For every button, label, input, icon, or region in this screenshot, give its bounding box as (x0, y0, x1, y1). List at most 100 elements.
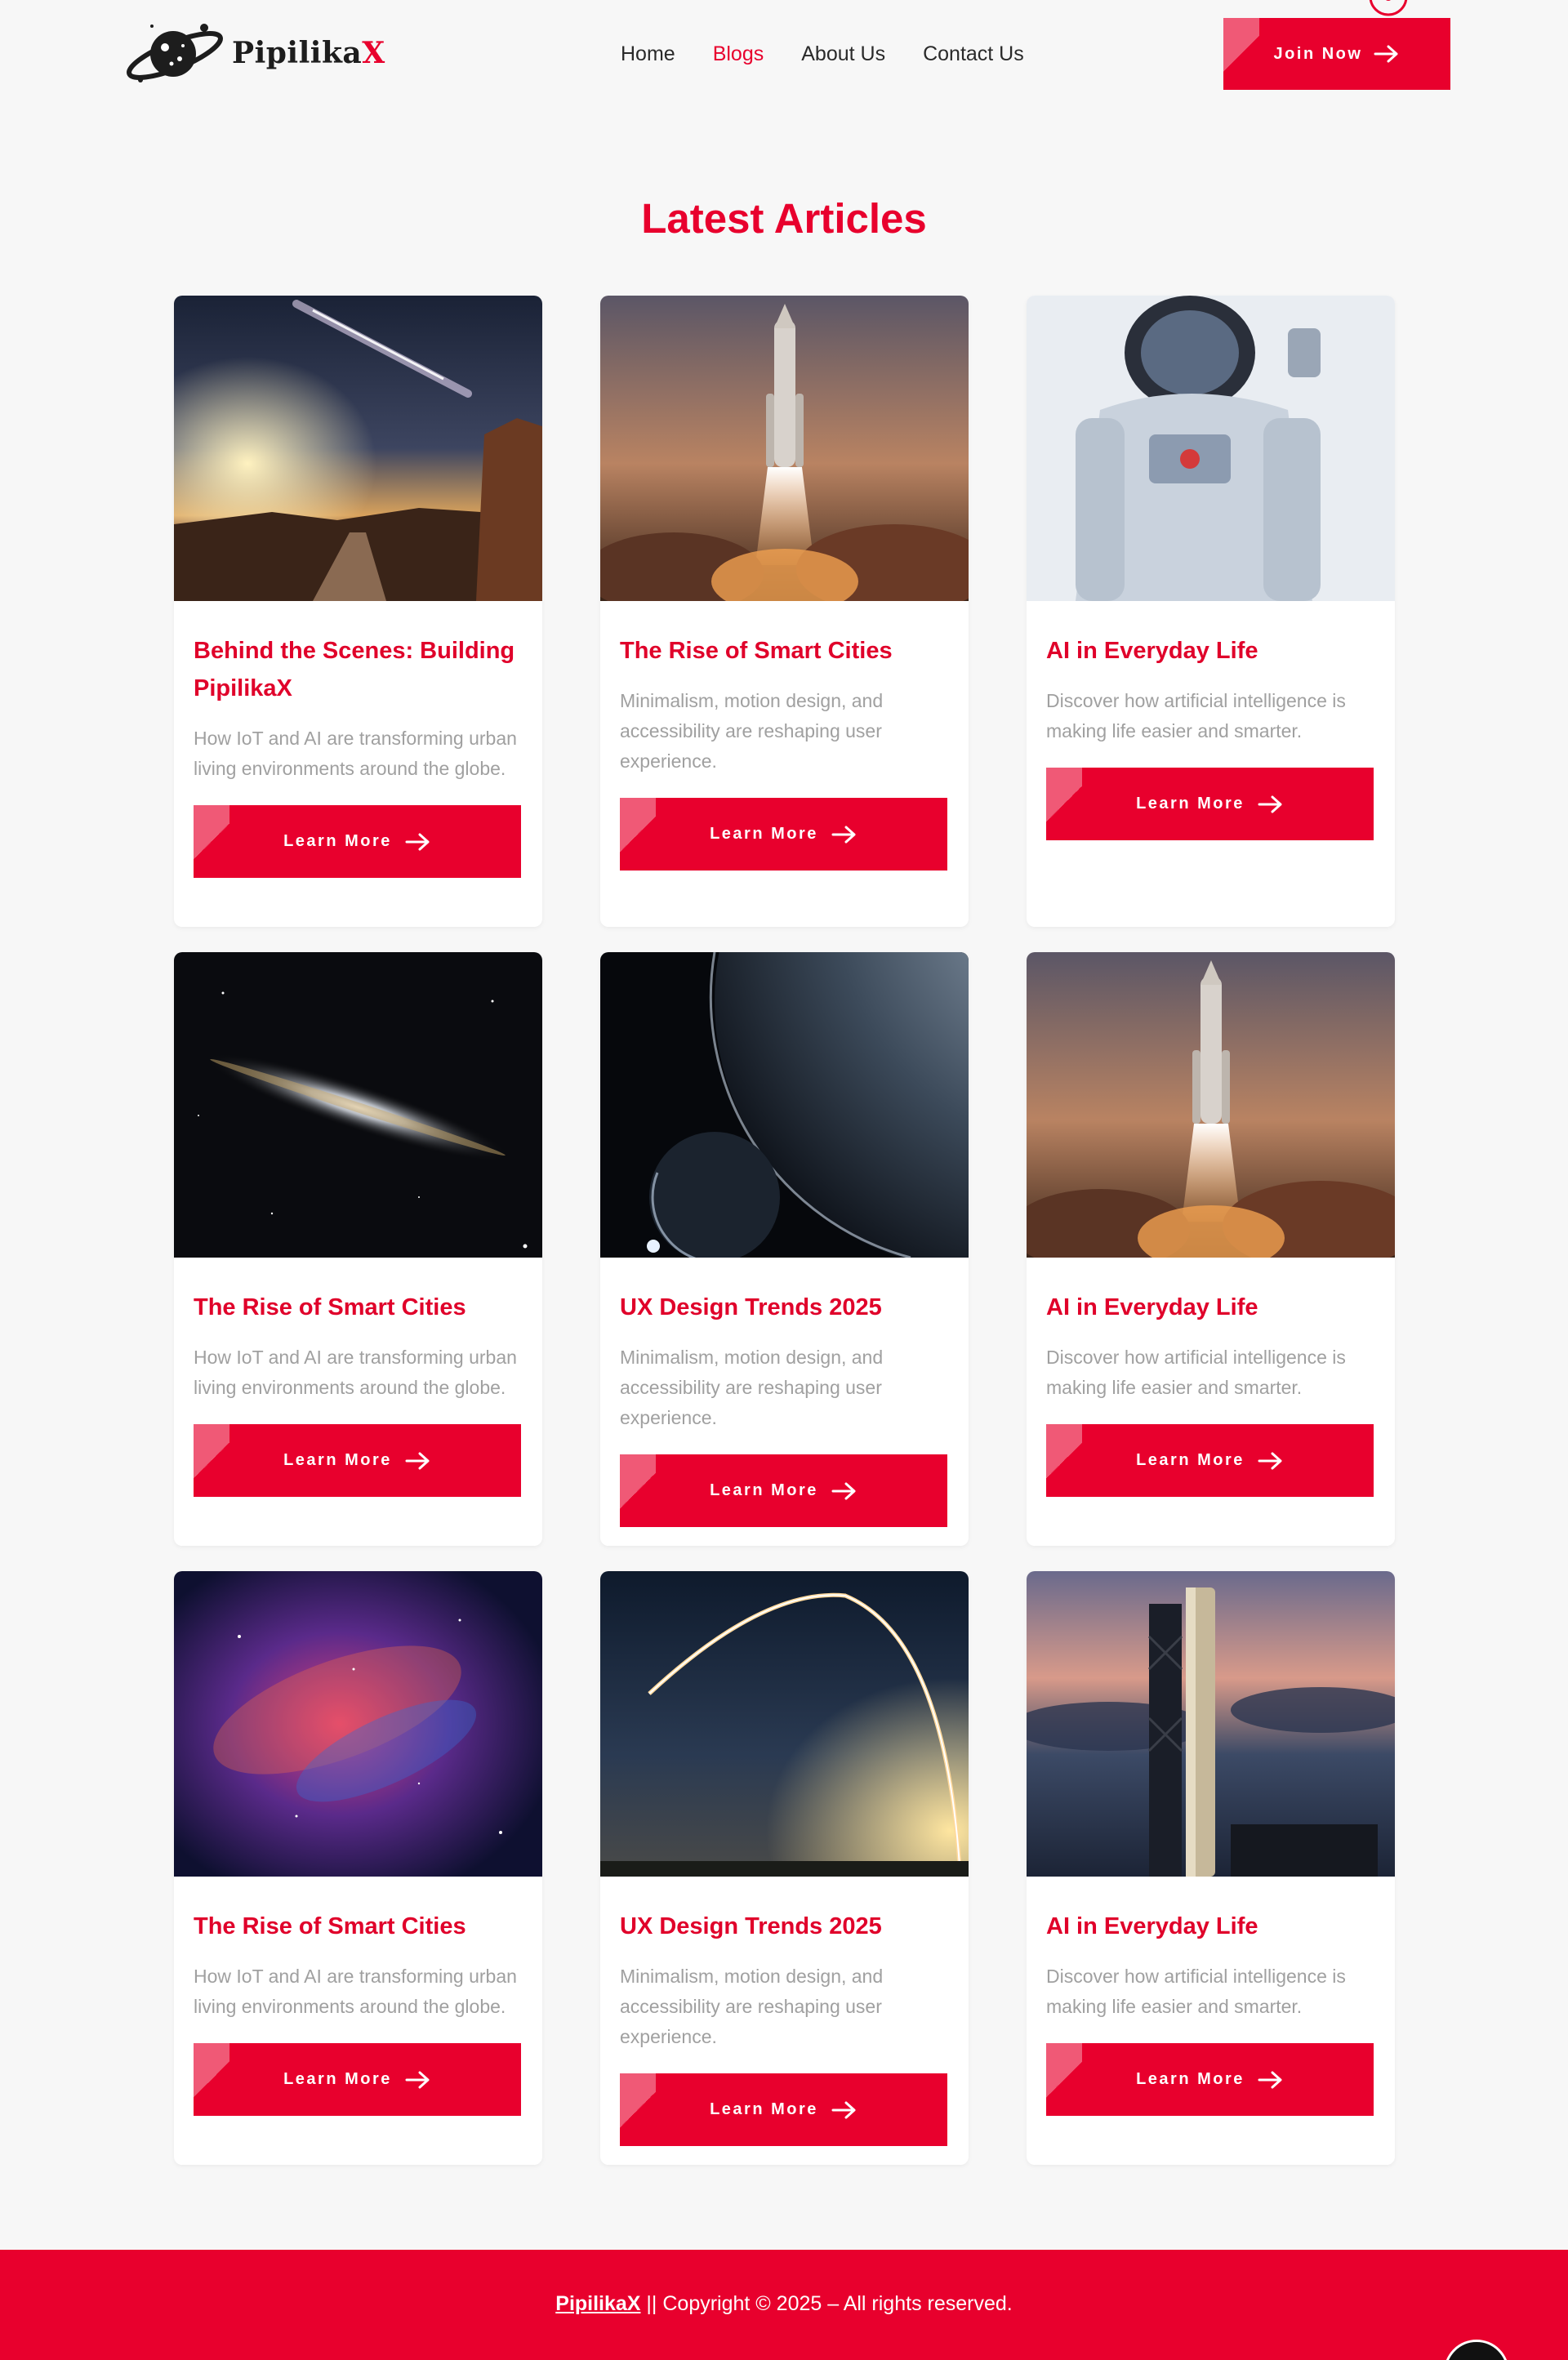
arrow-right-icon (831, 826, 856, 843)
learn-more-label: Learn More (283, 2070, 392, 2088)
brand-name: PipilikaX (232, 36, 385, 70)
button-corner-accent (194, 805, 229, 878)
article-image[interactable] (600, 952, 969, 1258)
join-now-button[interactable]: Join Now (1223, 18, 1450, 90)
button-corner-accent (1046, 1424, 1082, 1497)
learn-more-button[interactable]: Learn More (620, 798, 947, 871)
article-description: Minimalism, motion design, and accessibi… (620, 1347, 884, 1428)
article-image[interactable] (1027, 1571, 1395, 1877)
planet-image (600, 952, 969, 1258)
article-title[interactable]: The Rise of Smart Cities (620, 632, 949, 670)
article-title[interactable]: UX Design Trends 2025 (620, 1908, 949, 1945)
site-header: PipilikaX Home Blogs About Us Contact Us… (0, 0, 1568, 114)
learn-more-label: Learn More (1136, 2070, 1245, 2088)
desert-milky-way-image (174, 296, 542, 601)
learn-more-label: Learn More (710, 825, 818, 843)
nebula-image (174, 1571, 542, 1877)
rocket-launch-image (1027, 952, 1395, 1258)
article-title[interactable]: AI in Everyday Life (1046, 632, 1375, 670)
article-card: AI in Everyday Life Discover how artific… (1027, 952, 1395, 1546)
arrow-right-icon (405, 2071, 430, 2088)
article-title[interactable]: AI in Everyday Life (1046, 1289, 1375, 1326)
article-card: The Rise of Smart Cities How IoT and AI … (174, 1571, 542, 2165)
copyright-label: || Copyright © 2025 – All rights reserve… (640, 2292, 1013, 2315)
saturn-logo-icon (127, 24, 223, 82)
article-card: The Rise of Smart Cities How IoT and AI … (174, 952, 542, 1546)
learn-more-button[interactable]: Learn More (620, 1454, 947, 1527)
article-card: Behind the Scenes: Building PipilikaX Ho… (174, 296, 542, 927)
arrow-right-icon (831, 2101, 856, 2118)
article-image[interactable] (600, 1571, 969, 1877)
article-description: Discover how artificial intelligence is … (1046, 690, 1346, 741)
galaxy-image (174, 952, 542, 1258)
article-image[interactable] (1027, 296, 1395, 601)
button-corner-accent (194, 2043, 229, 2116)
article-image[interactable] (174, 952, 542, 1258)
button-corner-accent (620, 798, 656, 871)
logo[interactable]: PipilikaX (122, 16, 385, 90)
arrow-right-icon (1374, 45, 1398, 63)
learn-more-button[interactable]: Learn More (1046, 2043, 1374, 2116)
article-description: Minimalism, motion design, and accessibi… (620, 690, 884, 772)
article-image[interactable] (1027, 952, 1395, 1258)
page-title: Latest Articles (641, 195, 927, 242)
arrow-right-icon (1258, 1452, 1282, 1469)
arrow-right-icon (405, 1452, 430, 1469)
learn-more-label: Learn More (283, 1451, 392, 1469)
learn-more-button[interactable]: Learn More (1046, 1424, 1374, 1497)
arrow-right-icon (1258, 795, 1282, 813)
learn-more-button[interactable]: Learn More (1046, 768, 1374, 840)
learn-more-button[interactable]: Learn More (194, 2043, 521, 2116)
arrow-right-icon (405, 833, 430, 850)
learn-more-label: Learn More (1136, 795, 1245, 813)
join-now-label: Join Now (1273, 44, 1363, 63)
nav-blogs[interactable]: Blogs (713, 42, 764, 66)
nav-about-us[interactable]: About Us (801, 42, 885, 66)
learn-more-label: Learn More (283, 832, 392, 850)
rocket-trail-image (600, 1571, 969, 1877)
article-image[interactable] (174, 296, 542, 601)
article-image[interactable] (174, 1571, 542, 1877)
article-title[interactable]: Behind the Scenes: Building PipilikaX (194, 632, 523, 707)
article-description: How IoT and AI are transforming urban li… (194, 728, 517, 779)
article-description: Discover how artificial intelligence is … (1046, 1347, 1346, 1398)
button-corner-accent (620, 1454, 656, 1527)
article-card: AI in Everyday Life Discover how artific… (1027, 1571, 1395, 2165)
article-card: The Rise of Smart Cities Minimalism, mot… (600, 296, 969, 927)
learn-more-label: Learn More (710, 2100, 818, 2118)
main-nav: Home Blogs About Us Contact Us (621, 36, 1024, 72)
learn-more-button[interactable]: Learn More (194, 1424, 521, 1497)
article-title[interactable]: AI in Everyday Life (1046, 1908, 1375, 1945)
site-footer: PipilikaX || Copyright © 2025 – All righ… (0, 2250, 1568, 2360)
learn-more-label: Learn More (710, 1481, 818, 1499)
button-corner-accent (194, 1424, 229, 1497)
learn-more-label: Learn More (1136, 1451, 1245, 1469)
arrow-right-icon (831, 1482, 856, 1499)
article-description: Minimalism, motion design, and accessibi… (620, 1966, 884, 2047)
button-corner-accent (620, 2073, 656, 2146)
article-description: How IoT and AI are transforming urban li… (194, 1347, 517, 1398)
nav-contact-us[interactable]: Contact Us (923, 42, 1024, 66)
footer-brand-link[interactable]: PipilikaX (555, 2292, 640, 2315)
article-card: AI in Everyday Life Discover how artific… (1027, 296, 1395, 927)
button-corner-accent (1046, 768, 1082, 840)
article-card: UX Design Trends 2025 Minimalism, motion… (600, 952, 969, 1546)
nav-home[interactable]: Home (621, 42, 675, 66)
astronaut-image (1027, 296, 1395, 601)
arrow-right-icon (1258, 2071, 1282, 2088)
chat-avatar[interactable] (1444, 2340, 1509, 2360)
article-description: How IoT and AI are transforming urban li… (194, 1966, 517, 2017)
launch-tower-image (1027, 1571, 1395, 1877)
button-corner-accent (1046, 2043, 1082, 2116)
rocket-launch-image (600, 296, 969, 601)
article-title[interactable]: UX Design Trends 2025 (620, 1289, 949, 1326)
learn-more-button[interactable]: Learn More (194, 805, 521, 878)
article-description: Discover how artificial intelligence is … (1046, 1966, 1346, 2017)
button-corner-accent (1223, 18, 1259, 90)
copyright-text: PipilikaX || Copyright © 2025 – All righ… (0, 2292, 1568, 2316)
article-title[interactable]: The Rise of Smart Cities (194, 1289, 523, 1326)
article-title[interactable]: The Rise of Smart Cities (194, 1908, 523, 1945)
learn-more-button[interactable]: Learn More (620, 2073, 947, 2146)
article-image[interactable] (600, 296, 969, 601)
article-card: UX Design Trends 2025 Minimalism, motion… (600, 1571, 969, 2165)
